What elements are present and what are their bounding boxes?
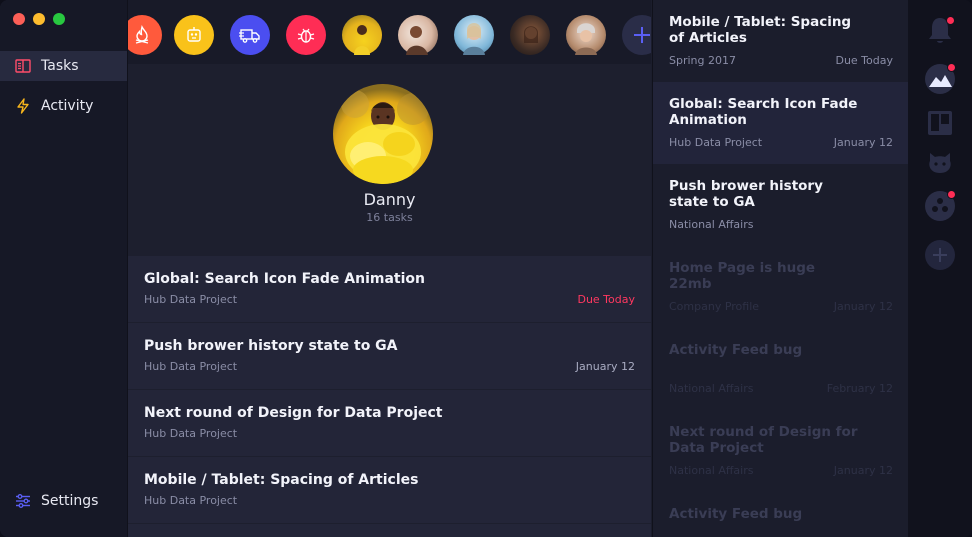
panel-task-card[interactable]: Push brower history state to GA National…	[653, 164, 909, 246]
person-photo	[524, 26, 538, 43]
panel-task-card[interactable]: Activity Feed bug National Affairs Febru…	[653, 328, 909, 410]
app-window: Tasks Activity Settings Danny 16 tasks G…	[0, 0, 972, 537]
sliders-icon	[15, 493, 31, 509]
task-project: Hub Data Project	[144, 494, 238, 507]
profile-header: Danny 16 tasks	[128, 64, 651, 256]
sidebar-item-activity[interactable]: Activity	[0, 91, 127, 121]
task-title: Mobile / Tablet: Spacing of Articles	[144, 472, 419, 488]
profile-photo	[333, 84, 433, 184]
main-column: Danny 16 tasks Global: Search Icon Fade …	[128, 0, 651, 537]
task-detail-panel: Mobile / Tablet: Spacing of Articles Spr…	[652, 0, 909, 537]
sidebar-item-settings[interactable]: Settings	[0, 486, 127, 516]
panel-task-project: Hub Data Project	[669, 136, 763, 149]
profile-name: Danny	[363, 190, 416, 209]
task-due-date: January 12	[575, 360, 635, 373]
task-row[interactable]: Push brower history state to GA Hub Data…	[128, 323, 651, 389]
profile-avatar	[333, 84, 433, 184]
panel-task-date: January 12	[833, 136, 893, 149]
panel-task-date: January 12	[833, 464, 893, 477]
notification-badge	[947, 63, 956, 72]
maximize-window-button[interactable]	[53, 13, 65, 25]
person-photo	[354, 25, 370, 55]
user-avatar-1[interactable]	[342, 15, 382, 55]
panel-task-project: National Affairs	[669, 382, 754, 395]
panel-task-title: Next round of Design for Data Project	[669, 424, 858, 456]
panel-task-project: Spring 2017	[669, 54, 736, 67]
add-app-icon[interactable]	[924, 239, 956, 271]
panel-task-project: Company Profile	[669, 300, 760, 313]
app-rail	[908, 0, 972, 537]
cloud-app-icon[interactable]	[924, 63, 956, 95]
panel-task-card[interactable]: Mobile / Tablet: Spacing of Articles Spr…	[653, 0, 909, 82]
github-icon[interactable]	[924, 147, 956, 179]
profile-task-count: 16 tasks	[366, 211, 413, 224]
sidebar: Tasks Activity Settings	[0, 0, 128, 537]
bug-avatar[interactable]	[286, 15, 326, 55]
notification-badge	[946, 16, 955, 25]
user-avatar-4[interactable]	[510, 15, 550, 55]
avatar-strip	[128, 0, 651, 64]
truck-avatar[interactable]	[230, 15, 270, 55]
panel-task-card[interactable]: Global: Search Icon Fade Animation Hub D…	[653, 82, 909, 164]
task-title: Global: Search Icon Fade Animation	[144, 271, 425, 287]
task-due-date: Due Today	[577, 293, 635, 306]
add-member-button[interactable]	[622, 15, 651, 55]
notification-badge	[947, 190, 956, 199]
dots-app-icon[interactable]	[924, 190, 956, 222]
fire-icon	[135, 24, 149, 44]
panel-task-project: National Affairs	[669, 464, 754, 477]
bug-icon	[297, 28, 315, 43]
fire-avatar[interactable]	[128, 15, 162, 55]
user-avatar-3[interactable]	[454, 15, 494, 55]
user-avatar-5[interactable]	[566, 15, 606, 55]
lightning-icon	[15, 98, 31, 114]
trello-icon[interactable]	[924, 107, 956, 139]
sidebar-item-tasks[interactable]: Tasks	[0, 51, 127, 81]
task-row[interactable]	[128, 524, 651, 537]
panel-task-card[interactable]: Home Page is huge 22mb Company Profile J…	[653, 246, 909, 328]
panel-task-date: January 12	[833, 300, 893, 313]
window-controls	[13, 13, 65, 25]
sidebar-item-label: Settings	[41, 493, 99, 509]
sidebar-item-label: Tasks	[41, 58, 79, 74]
panel-task-project: National Affairs	[669, 218, 754, 231]
robot-avatar[interactable]	[174, 15, 214, 55]
panel-task-title: Activity Feed bug	[669, 506, 803, 522]
panel-task-title: Activity Feed bug	[669, 342, 803, 358]
robot-icon	[187, 27, 201, 42]
minimize-window-button[interactable]	[33, 13, 45, 25]
task-project: Hub Data Project	[144, 293, 238, 306]
task-title: Next round of Design for Data Project	[144, 405, 443, 421]
task-title: Push brower history state to GA	[144, 338, 398, 354]
task-project: Hub Data Project	[144, 427, 238, 440]
panel-task-card[interactable]: Activity Feed bug	[653, 492, 909, 537]
task-row[interactable]: Mobile / Tablet: Spacing of Articles Hub…	[128, 457, 651, 523]
panel-task-date: February 12	[826, 382, 893, 395]
panel-task-card[interactable]: Next round of Design for Data Project Na…	[653, 410, 909, 492]
panel-task-date: Due Today	[835, 54, 893, 67]
user-avatar-2[interactable]	[398, 15, 438, 55]
task-row[interactable]: Global: Search Icon Fade Animation Hub D…	[128, 256, 651, 322]
book-icon	[15, 58, 31, 74]
truck-icon	[239, 29, 260, 43]
task-row[interactable]: Next round of Design for Data Project Hu…	[128, 390, 651, 456]
notification-bell-icon[interactable]	[924, 15, 956, 47]
panel-task-title: Mobile / Tablet: Spacing of Articles	[669, 14, 852, 46]
task-project: Hub Data Project	[144, 360, 238, 373]
plus-icon	[634, 27, 650, 43]
sidebar-item-label: Activity	[41, 98, 94, 114]
panel-task-title: Global: Search Icon Fade Animation	[669, 96, 858, 128]
panel-task-title: Push brower history state to GA	[669, 178, 823, 210]
close-window-button[interactable]	[13, 13, 25, 25]
panel-task-title: Home Page is huge 22mb	[669, 260, 816, 292]
person-photo	[463, 23, 485, 55]
person-photo	[575, 23, 597, 55]
person-photo	[406, 26, 428, 55]
